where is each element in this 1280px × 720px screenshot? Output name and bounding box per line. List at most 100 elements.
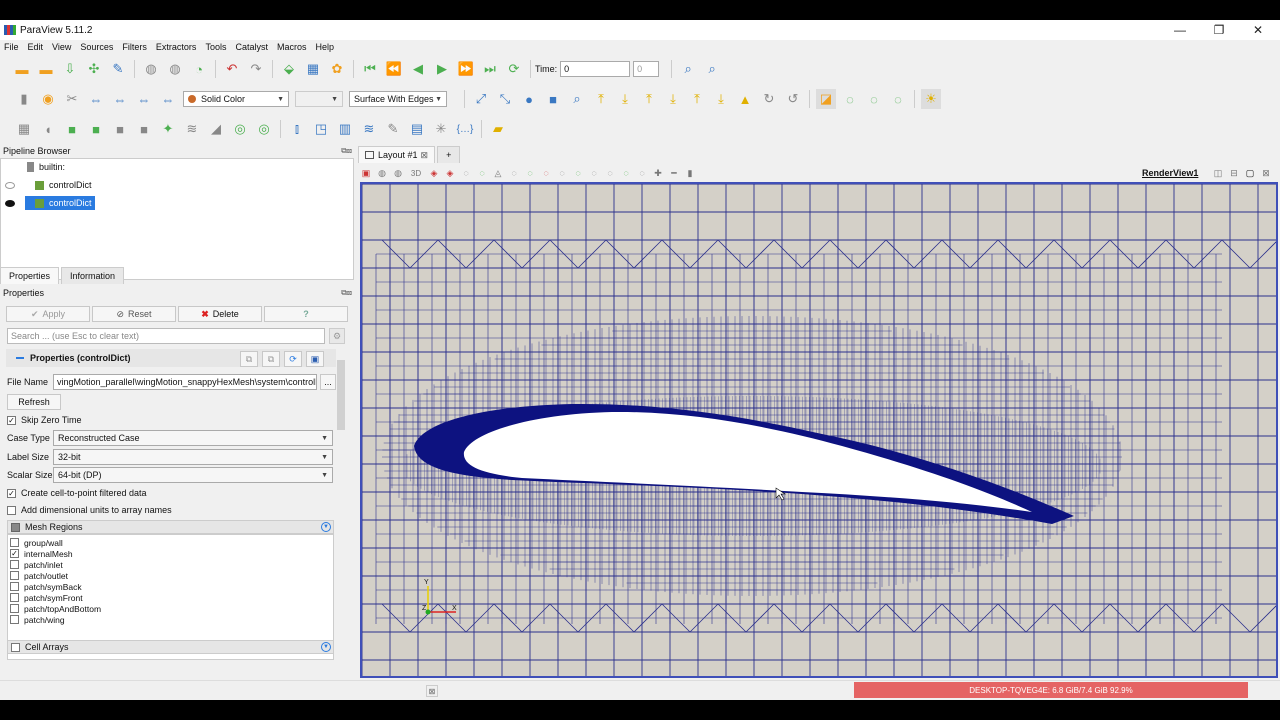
- clip-icon[interactable]: ■: [62, 119, 82, 139]
- stream-tracer-icon[interactable]: ≋: [182, 119, 202, 139]
- render-view[interactable]: Y Z X: [360, 182, 1278, 678]
- delete-button[interactable]: ✖ Delete: [178, 306, 262, 322]
- rescale-custom-icon[interactable]: ⇔: [86, 89, 106, 109]
- add-layout-tab[interactable]: +: [437, 146, 461, 163]
- previous-frame-icon[interactable]: ⏪: [384, 59, 404, 79]
- rescale-custom-range-icon[interactable]: ⇔: [158, 89, 178, 109]
- glyph-icon[interactable]: ✦: [158, 119, 178, 139]
- create-c2p-checkbox[interactable]: ✓: [7, 488, 16, 498]
- python-calculator-icon[interactable]: {…}: [455, 119, 475, 139]
- menu-sources[interactable]: Sources: [80, 42, 113, 52]
- set-view-plus-y-icon[interactable]: ⤒: [639, 89, 659, 109]
- isometric-view-icon[interactable]: ▲: [735, 89, 755, 109]
- set-view-minus-x-icon[interactable]: ⤓: [615, 89, 635, 109]
- select-points-on-icon[interactable]: ◌: [840, 89, 860, 109]
- close-view-icon[interactable]: ⊠: [1260, 167, 1272, 179]
- reset-camera-icon[interactable]: ⤢: [471, 89, 491, 109]
- reset-session-icon[interactable]: ◍: [141, 59, 161, 79]
- reset-button[interactable]: ⊘ Reset: [92, 306, 176, 322]
- auto-apply-icon[interactable]: ◔: [189, 59, 209, 79]
- color-by-dropdown[interactable]: Solid Color ▼: [183, 91, 289, 107]
- rescale-visible-icon[interactable]: ⇔: [134, 89, 154, 109]
- region-checkbox[interactable]: ✓: [10, 549, 19, 558]
- time-index-spinbox[interactable]: 0: [633, 61, 660, 77]
- capture-screenshot-icon[interactable]: ▣: [360, 167, 372, 179]
- region-checkbox[interactable]: [10, 538, 19, 547]
- group-datasets-icon[interactable]: ◎: [230, 119, 250, 139]
- save-defaults-icon[interactable]: ▣: [306, 351, 324, 367]
- create-c2p-row[interactable]: ✓ Create cell-to-point filtered data: [7, 485, 147, 501]
- cell-arrays-checkbox[interactable]: [11, 642, 20, 652]
- ruler-icon[interactable]: ▰: [488, 119, 508, 139]
- menu-edit[interactable]: Edit: [28, 42, 44, 52]
- select-points-icon[interactable]: ◈: [444, 167, 456, 179]
- disconnect-icon[interactable]: ✎: [108, 59, 128, 79]
- dock-buttons-icon[interactable]: ⧉⊠: [341, 288, 352, 298]
- threshold-icon[interactable]: ■: [110, 119, 130, 139]
- camera-undo-icon[interactable]: ◍: [376, 167, 388, 179]
- mesh-regions-checkbox[interactable]: [11, 522, 20, 532]
- tab-properties[interactable]: Properties: [0, 267, 60, 284]
- set-view-plus-x-icon[interactable]: ⤒: [591, 89, 611, 109]
- maximize-view-icon[interactable]: ▢: [1244, 167, 1256, 179]
- first-frame-icon[interactable]: ⏮: [360, 59, 380, 79]
- advanced-gear-icon[interactable]: ⚙: [329, 328, 345, 344]
- zoom-closest-icon[interactable]: ⌕: [702, 59, 722, 79]
- pipeline-root[interactable]: builtin:: [27, 160, 65, 174]
- copy-icon[interactable]: ⧉: [240, 351, 258, 367]
- properties-search-input[interactable]: Search ... (use Esc to clear text): [7, 328, 325, 344]
- calculator-icon[interactable]: ▦: [14, 119, 34, 139]
- grow-icon[interactable]: ✚: [652, 167, 664, 179]
- list-item[interactable]: patch/inlet: [10, 559, 63, 570]
- label-size-dropdown[interactable]: 32-bit ▼: [53, 449, 333, 465]
- menu-catalyst[interactable]: Catalyst: [235, 42, 268, 52]
- color-palette-icon[interactable]: ✿: [327, 59, 347, 79]
- clear-selection-icon[interactable]: ▮: [684, 167, 696, 179]
- extract-selection-icon[interactable]: ◌: [588, 167, 600, 179]
- eye-visible-icon[interactable]: [5, 199, 15, 207]
- chevron-down-icon[interactable]: ▼: [321, 522, 331, 532]
- loop-icon[interactable]: ⟳: [504, 59, 524, 79]
- list-item[interactable]: patch/topAndBottom: [10, 603, 101, 614]
- shrink-selection-icon[interactable]: ◌: [572, 167, 584, 179]
- histogram-icon[interactable]: ▥: [335, 119, 355, 139]
- help-button[interactable]: ?: [264, 306, 348, 322]
- rotate-plus-90-icon[interactable]: ↻: [759, 89, 779, 109]
- chevron-down-icon[interactable]: ▼: [321, 642, 331, 652]
- undo-icon[interactable]: ↶: [222, 59, 242, 79]
- list-item[interactable]: patch/wing: [10, 614, 65, 625]
- list-item[interactable]: group/wall: [10, 537, 63, 548]
- edit-color-map-icon[interactable]: ◉: [38, 89, 58, 109]
- select-cells-on-icon[interactable]: ◪: [816, 89, 836, 109]
- select-frustum-icon[interactable]: ◌: [460, 167, 472, 179]
- zoom-to-box-icon[interactable]: ●: [519, 89, 539, 109]
- add-dim-units-row[interactable]: Add dimensional units to array names: [7, 502, 172, 518]
- region-checkbox[interactable]: [10, 604, 19, 613]
- scalar-size-dropdown[interactable]: 64-bit (DP) ▼: [53, 467, 333, 483]
- region-checkbox[interactable]: [10, 571, 19, 580]
- toggle-labels-icon[interactable]: ◌: [604, 167, 616, 179]
- list-item[interactable]: patch/outlet: [10, 570, 68, 581]
- light-icon[interactable]: ☀: [921, 89, 941, 109]
- save-data-icon[interactable]: ⇩: [60, 59, 80, 79]
- minimize-button[interactable]: —: [1160, 20, 1200, 40]
- play-backward-icon[interactable]: ◀: [408, 59, 428, 79]
- plot-global-icon[interactable]: ▤: [407, 119, 427, 139]
- select-cells-icon[interactable]: ◈: [428, 167, 440, 179]
- close-tab-icon[interactable]: ⊠: [421, 150, 429, 161]
- reload-icon[interactable]: ⟳: [284, 351, 302, 367]
- pipeline-item-selected[interactable]: controlDict: [5, 196, 345, 210]
- set-view-plus-z-icon[interactable]: ⤒: [687, 89, 707, 109]
- select-cells-through-icon[interactable]: ◌: [864, 89, 884, 109]
- tab-information[interactable]: Information: [61, 267, 125, 284]
- zoom-icon[interactable]: ⌕: [567, 89, 587, 109]
- select-interactive-icon[interactable]: ◌: [508, 167, 520, 179]
- menu-extractors[interactable]: Extractors: [156, 42, 197, 52]
- split-horizontal-icon[interactable]: ◫: [1212, 167, 1224, 179]
- menu-view[interactable]: View: [52, 42, 71, 52]
- toggle-3d-button[interactable]: 3D: [408, 167, 424, 179]
- dock-buttons-icon[interactable]: ⧉⊠: [341, 146, 352, 156]
- save-state-icon[interactable]: ◍: [165, 59, 185, 79]
- python-shell-icon[interactable]: ⬙: [279, 59, 299, 79]
- select-points-through-icon[interactable]: ◌: [888, 89, 908, 109]
